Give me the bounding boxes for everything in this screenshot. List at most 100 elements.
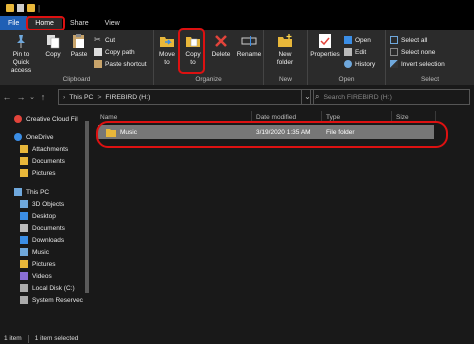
select-all-button[interactable]: Select all <box>390 36 427 44</box>
copy-path-button[interactable]: Copy path <box>94 48 135 56</box>
delete-icon <box>215 35 227 47</box>
sidebar-item[interactable]: Downloads <box>20 234 64 246</box>
delete-button[interactable]: Delete <box>210 33 232 59</box>
sidebar-item-label: 3D Objects <box>32 200 65 208</box>
sidebar-item-label: Desktop <box>32 212 56 220</box>
folder-icon <box>20 145 28 153</box>
address-field[interactable]: › This PC > FIREBIRD (H:) <box>58 89 302 105</box>
sidebar-item-label: Pictures <box>32 169 56 177</box>
back-arrow-icon[interactable]: ← <box>0 92 14 102</box>
history-button[interactable]: History <box>344 60 375 68</box>
folder-icon <box>20 169 28 177</box>
sidebar-item-label: Music <box>32 248 49 256</box>
new-group-label: New <box>278 76 292 83</box>
rename-button[interactable]: Rename <box>236 33 262 59</box>
organize-group: Move to Copy to Delete Rename Organize <box>154 30 264 85</box>
sidebar-item-label: This PC <box>26 188 50 196</box>
cut-button[interactable]: ✂ Cut <box>94 36 115 44</box>
search-input[interactable]: ⌕ Search FIREBIRD (H:) <box>310 89 470 105</box>
clipboard-group: Pin to Quick access Copy Paste ✂ Cut Cop… <box>0 30 154 85</box>
new-folder-label: New folder <box>276 51 294 66</box>
folder-icon <box>6 4 14 12</box>
copy-path-label: Copy path <box>105 48 135 56</box>
breadcrumb-this-pc[interactable]: This PC <box>69 94 93 101</box>
properties-button[interactable]: Properties <box>310 33 340 59</box>
invert-selection-button[interactable]: Invert selection <box>390 60 445 68</box>
paste-shortcut-button[interactable]: Paste shortcut <box>94 60 147 68</box>
cube-icon <box>20 200 28 208</box>
status-divider <box>27 334 29 343</box>
sidebar-item[interactable]: Documents <box>20 155 65 167</box>
sidebar-item[interactable]: Local Disk (C:) <box>20 282 75 294</box>
disk-icon <box>20 284 28 292</box>
music-icon <box>20 248 28 256</box>
select-none-label: Select none <box>401 48 436 56</box>
new-folder-button[interactable]: New folder <box>270 33 300 67</box>
open-button[interactable]: Open <box>344 36 371 44</box>
paste-shortcut-label: Paste shortcut <box>105 60 147 68</box>
address-root-chevron-icon: › <box>63 93 66 101</box>
breadcrumb-separator: > <box>97 93 102 101</box>
history-icon <box>344 60 352 68</box>
rename-icon <box>241 36 257 46</box>
address-bar-row: ← → ⌄ ↑ › This PC > FIREBIRD (H:) ⌄ ⌕ Se… <box>0 85 474 109</box>
forward-arrow-icon[interactable]: → <box>14 92 28 102</box>
invert-selection-label: Invert selection <box>401 60 445 68</box>
properties-icon <box>319 34 331 48</box>
nav-scrollbar-thumb[interactable] <box>85 121 89 293</box>
pin-to-quick-access-button[interactable]: Pin to Quick access <box>4 33 38 75</box>
copy-label: Copy <box>45 51 61 58</box>
sidebar-item[interactable]: Documents <box>20 222 65 234</box>
up-arrow-icon[interactable]: ↑ <box>36 92 50 102</box>
sidebar-item[interactable]: Videos <box>20 270 52 282</box>
sidebar-item[interactable]: Desktop <box>20 210 56 222</box>
edit-button[interactable]: Edit <box>344 48 366 56</box>
search-placeholder: Search FIREBIRD (H:) <box>323 93 392 101</box>
pin-icon <box>17 35 25 48</box>
new-folder-icon[interactable] <box>27 4 35 12</box>
tab-view[interactable]: View <box>97 16 128 30</box>
sidebar-item[interactable]: Pictures <box>20 167 55 179</box>
sidebar-item[interactable]: 3D Objects <box>20 198 64 210</box>
edit-icon <box>344 48 352 56</box>
breadcrumb-firebird[interactable]: FIREBIRD (H:) <box>105 94 150 101</box>
open-icon <box>344 36 352 44</box>
videos-icon <box>20 272 28 280</box>
paste-shortcut-icon <box>94 60 102 68</box>
move-to-icon <box>160 37 174 47</box>
ribbon-tabs: File Home Share View <box>0 16 474 31</box>
folder-icon <box>20 157 28 165</box>
select-none-button[interactable]: Select none <box>390 48 435 56</box>
copy-button[interactable]: Copy <box>42 33 64 59</box>
sidebar-item[interactable]: OneDrive <box>14 131 53 143</box>
sidebar-item[interactable]: Pictures <box>20 258 55 270</box>
status-bar: 1 item 1 item selected <box>0 333 474 344</box>
recent-chevron-icon[interactable]: ⌄ <box>28 93 36 101</box>
nav-scrollbar[interactable] <box>84 109 90 333</box>
save-icon[interactable] <box>17 4 24 12</box>
cut-label: Cut <box>105 36 116 44</box>
sidebar-item[interactable]: Music <box>20 246 49 258</box>
cloud-icon <box>14 133 22 141</box>
sidebar-item[interactable]: System Reservec <box>20 294 83 306</box>
ribbon: Pin to Quick access Copy Paste ✂ Cut Cop… <box>0 30 474 85</box>
select-group-label: Select <box>420 76 440 83</box>
sidebar-item[interactable]: Creative Cloud Fil <box>14 113 78 125</box>
open-group-label: Open <box>338 76 355 83</box>
organize-group-label: Organize <box>195 76 222 83</box>
sidebar-item-label: System Reservec <box>32 296 83 304</box>
tab-share[interactable]: Share <box>62 16 97 30</box>
pin-label: Pin to Quick access <box>10 51 32 74</box>
paste-button[interactable]: Paste <box>68 33 90 59</box>
sidebar-item[interactable]: This PC <box>14 186 49 198</box>
title-bar: | <box>0 0 474 16</box>
tab-home[interactable]: Home <box>26 16 65 31</box>
move-to-label: Move to <box>159 51 175 66</box>
tab-file[interactable]: File <box>0 16 28 30</box>
sidebar-item[interactable]: Attachments <box>20 143 68 155</box>
sidebar-item-label: Documents <box>32 157 65 165</box>
open-group: Properties Open Edit History Open <box>308 30 386 85</box>
music-row-highlight <box>96 121 448 148</box>
paste-icon <box>73 34 84 48</box>
move-to-button[interactable]: Move to <box>156 33 178 67</box>
